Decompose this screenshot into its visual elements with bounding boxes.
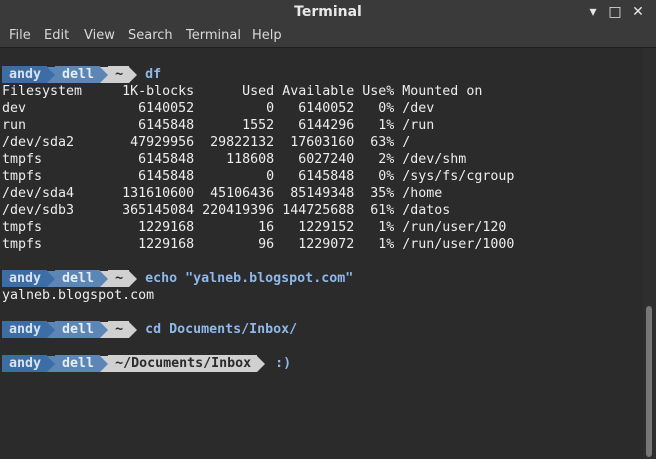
close-button[interactable]: ✕ — [629, 3, 647, 21]
prompt-separator-icon — [47, 355, 56, 372]
prompt-path: ~ — [108, 321, 130, 338]
shell-prompt: andy dell ~/Documents/Inbox :) — [2, 355, 291, 372]
prompt-path: ~/Documents/Inbox — [108, 355, 258, 372]
prompt-separator-icon — [47, 66, 56, 83]
vertical-scrollbar[interactable] — [643, 48, 656, 459]
menu-terminal[interactable]: Terminal — [186, 28, 241, 43]
prompt-user: andy — [2, 270, 48, 287]
output-line: dev 6140052 0 6140052 0% /dev — [2, 101, 435, 116]
output-line: tmpfs 6145848 118608 6027240 2% /dev/shm — [2, 152, 467, 167]
window-title: Terminal — [294, 4, 362, 20]
menu-bar: File Edit View Search Terminal Help — [0, 25, 656, 48]
prompt-host: dell — [55, 270, 101, 287]
menu-view[interactable]: View — [84, 28, 115, 43]
terminal-window: Terminal ▾ □ ✕ File Edit View Search Ter… — [0, 0, 656, 459]
output-line: /dev/sdb3 365145084 220419396 144725688 … — [2, 203, 451, 218]
maximize-button[interactable]: □ — [606, 3, 624, 21]
command-text: df — [145, 67, 162, 82]
menu-file[interactable]: File — [9, 28, 31, 43]
shell-prompt: andy dell ~ df — [2, 66, 161, 83]
terminal-output[interactable]: andy dell ~ df Filesystem 1K-blocks Used… — [0, 48, 643, 459]
command-text: cd Documents/Inbox/ — [145, 322, 298, 337]
output-line: tmpfs 1229168 96 1229072 1% /run/user/10… — [2, 237, 515, 252]
output-line: yalneb.blogspot.com — [2, 288, 155, 303]
shell-prompt: andy dell ~ echo "yalneb.blogspot.com" — [2, 270, 353, 287]
menu-help[interactable]: Help — [252, 28, 282, 43]
menu-search[interactable]: Search — [128, 28, 173, 43]
prompt-user: andy — [2, 355, 48, 372]
shell-prompt: andy dell ~ cd Documents/Inbox/ — [2, 321, 297, 338]
scrollbar-thumb[interactable] — [646, 306, 652, 457]
prompt-path: ~ — [108, 270, 130, 287]
minimize-button[interactable]: ▾ — [584, 3, 602, 21]
output-line: run 6145848 1552 6144296 1% /run — [2, 118, 435, 133]
prompt-host: dell — [55, 321, 101, 338]
prompt-host: dell — [55, 355, 101, 372]
command-text: echo "yalneb.blogspot.com" — [145, 271, 354, 286]
output-line: /dev/sda2 47929956 29822132 17603160 63%… — [2, 135, 411, 150]
prompt-user: andy — [2, 66, 48, 83]
prompt-path: ~ — [108, 66, 130, 83]
title-bar[interactable]: Terminal ▾ □ ✕ — [0, 0, 656, 25]
prompt-separator-icon — [129, 66, 138, 83]
prompt-separator-icon — [100, 66, 109, 83]
prompt-separator-icon — [129, 321, 138, 338]
prompt-user: andy — [2, 321, 48, 338]
prompt-separator-icon — [257, 355, 266, 372]
prompt-separator-icon — [47, 321, 56, 338]
prompt-separator-icon — [100, 270, 109, 287]
prompt-separator-icon — [47, 270, 56, 287]
command-text: :) — [275, 356, 292, 371]
prompt-separator-icon — [100, 321, 109, 338]
prompt-separator-icon — [100, 355, 109, 372]
prompt-host: dell — [55, 66, 101, 83]
output-line: /dev/sda4 131610600 45106436 85149348 35… — [2, 186, 443, 201]
output-line: tmpfs 1229168 16 1229152 1% /run/user/12… — [2, 220, 507, 235]
output-line: Filesystem 1K-blocks Used Available Use%… — [2, 84, 483, 99]
menu-edit[interactable]: Edit — [44, 28, 69, 43]
output-line: tmpfs 6145848 0 6145848 0% /sys/fs/cgrou… — [2, 169, 515, 184]
prompt-separator-icon — [129, 270, 138, 287]
